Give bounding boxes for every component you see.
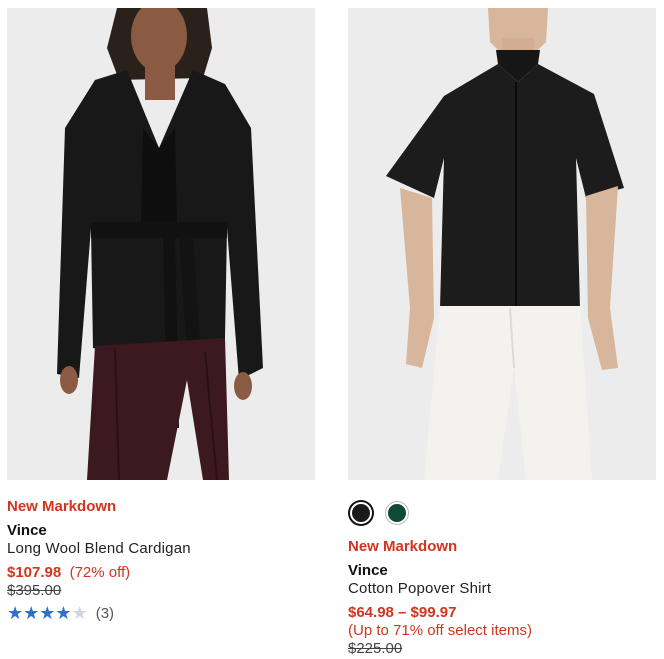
discount-text: (Up to 71% off select items)	[348, 622, 532, 639]
markdown-badge: New Markdown	[348, 538, 458, 555]
star-icon: ★	[55, 603, 72, 623]
original-price: $395.00	[7, 582, 62, 599]
sale-price-line: $107.98 (72% off)	[7, 564, 315, 582]
product-image[interactable]	[348, 8, 656, 480]
star-icon: ★	[7, 603, 24, 623]
markdown-badge: New Markdown	[7, 498, 117, 515]
discount-text: (72% off)	[69, 564, 131, 581]
original-price: $225.00	[348, 640, 403, 657]
star-icon: ★	[23, 603, 40, 623]
swatch-black[interactable]	[350, 502, 372, 524]
product-image[interactable]	[7, 8, 315, 480]
brand-name[interactable]: Vince	[348, 562, 656, 580]
star-icon: ★	[39, 603, 56, 623]
color-swatches	[350, 500, 656, 526]
star-empty-icon: ★	[71, 603, 88, 623]
sale-price: $107.98	[7, 564, 62, 581]
review-count[interactable]: (3)	[96, 605, 114, 622]
product-card[interactable]: New Markdown Vince Long Wool Blend Cardi…	[7, 8, 315, 622]
sale-price-range: $64.98 – $99.97	[348, 604, 457, 621]
brand-name[interactable]: Vince	[7, 522, 315, 540]
product-card[interactable]: New Markdown Vince Cotton Popover Shirt …	[348, 8, 656, 658]
sale-price: $64.98 – $99.97	[348, 604, 656, 622]
swatch-green[interactable]	[386, 502, 408, 524]
product-name[interactable]: Cotton Popover Shirt	[348, 580, 656, 598]
rating[interactable]: ★ ★ ★ ★ ★ (3)	[7, 604, 315, 622]
product-name[interactable]: Long Wool Blend Cardigan	[7, 540, 315, 558]
